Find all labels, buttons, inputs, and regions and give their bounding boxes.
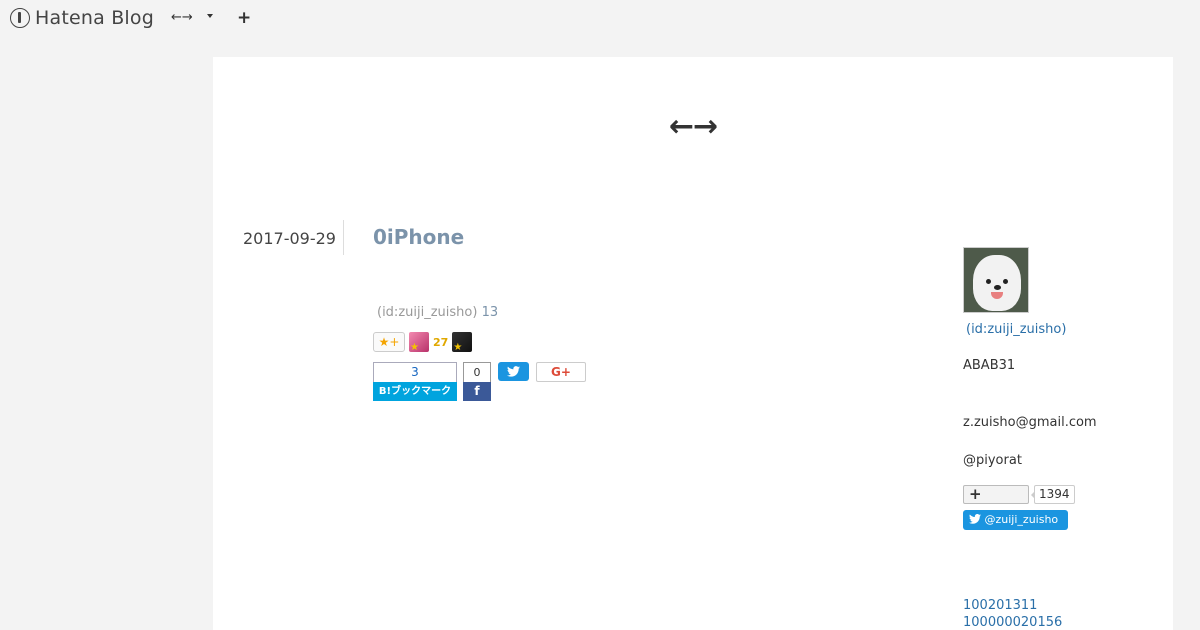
star-icon: ★ <box>453 342 463 353</box>
hatena-bookmark-button[interactable]: 3 B!ブックマーク <box>373 362 457 401</box>
avatar-eye <box>1003 279 1008 284</box>
sidebar-link[interactable]: 100201311 <box>963 598 1037 613</box>
entry-date[interactable]: 2017-09-29 <box>243 229 336 248</box>
date-divider <box>343 220 344 255</box>
avatar[interactable] <box>963 247 1029 313</box>
gplus-share-button[interactable]: G+ <box>536 362 586 382</box>
follow-widget: + 1394 <box>963 484 1075 504</box>
entry-meta: (id:zuiji_zuisho) 13 <box>377 305 498 320</box>
follow-button[interactable]: + <box>963 484 1029 504</box>
facebook-share-button[interactable]: 0 f <box>463 362 491 401</box>
avatar-mouth <box>991 292 1003 299</box>
profile-handle: @piyorat <box>963 453 1022 468</box>
plus-icon[interactable]: + <box>237 8 251 28</box>
star-area: ★+ ★ 27 ★ <box>373 331 473 353</box>
avatar-nose <box>994 285 1001 290</box>
caret-down-icon[interactable] <box>207 14 213 18</box>
profile-text: ABAB31 <box>963 358 1016 373</box>
blog-switcher-label[interactable]: ←→ <box>171 10 193 25</box>
blog-content: ←→ 2017-09-29 0iPhone (id:zuiji_zuisho) … <box>213 57 1173 630</box>
twitter-icon <box>507 366 520 377</box>
follower-count[interactable]: 1394 <box>1031 484 1075 504</box>
hatena-logo-icon <box>10 8 30 28</box>
logo-text: Hatena Blog <box>35 7 154 29</box>
sidebar-link[interactable]: 100000020156 <box>963 615 1062 630</box>
twitter-follow-label: @zuiji_zuisho <box>984 513 1059 526</box>
add-star-button[interactable]: ★+ <box>373 332 405 352</box>
star-user-avatar[interactable]: ★ <box>452 332 473 353</box>
star-user-avatar[interactable]: ★ <box>409 332 429 353</box>
comment-count[interactable]: 13 <box>482 305 499 320</box>
twitter-follow-button[interactable]: @zuiji_zuisho <box>963 510 1068 530</box>
twitter-icon <box>969 514 981 524</box>
avatar-dog-icon <box>973 255 1021 311</box>
facebook-count: 0 <box>463 362 491 382</box>
hatena-blog-logo[interactable]: Hatena Blog <box>10 7 154 29</box>
blog-title[interactable]: ←→ <box>213 109 1173 144</box>
entry-title[interactable]: 0iPhone <box>373 225 464 249</box>
facebook-icon[interactable]: f <box>463 382 491 401</box>
bookmark-count[interactable]: 3 <box>373 362 457 382</box>
global-header: Hatena Blog ←→ + <box>0 0 1200 38</box>
twitter-share-button[interactable] <box>498 362 529 381</box>
star-icon: ★ <box>410 342 419 353</box>
entry-author[interactable]: (id:zuiji_zuisho) <box>377 305 477 320</box>
avatar-eye <box>986 279 991 284</box>
star-count[interactable]: 27 <box>433 336 448 349</box>
profile-email: z.zuisho@gmail.com <box>963 415 1097 430</box>
profile-id[interactable]: (id:zuiji_zuisho) <box>966 322 1066 337</box>
bookmark-label[interactable]: B!ブックマーク <box>373 382 457 401</box>
